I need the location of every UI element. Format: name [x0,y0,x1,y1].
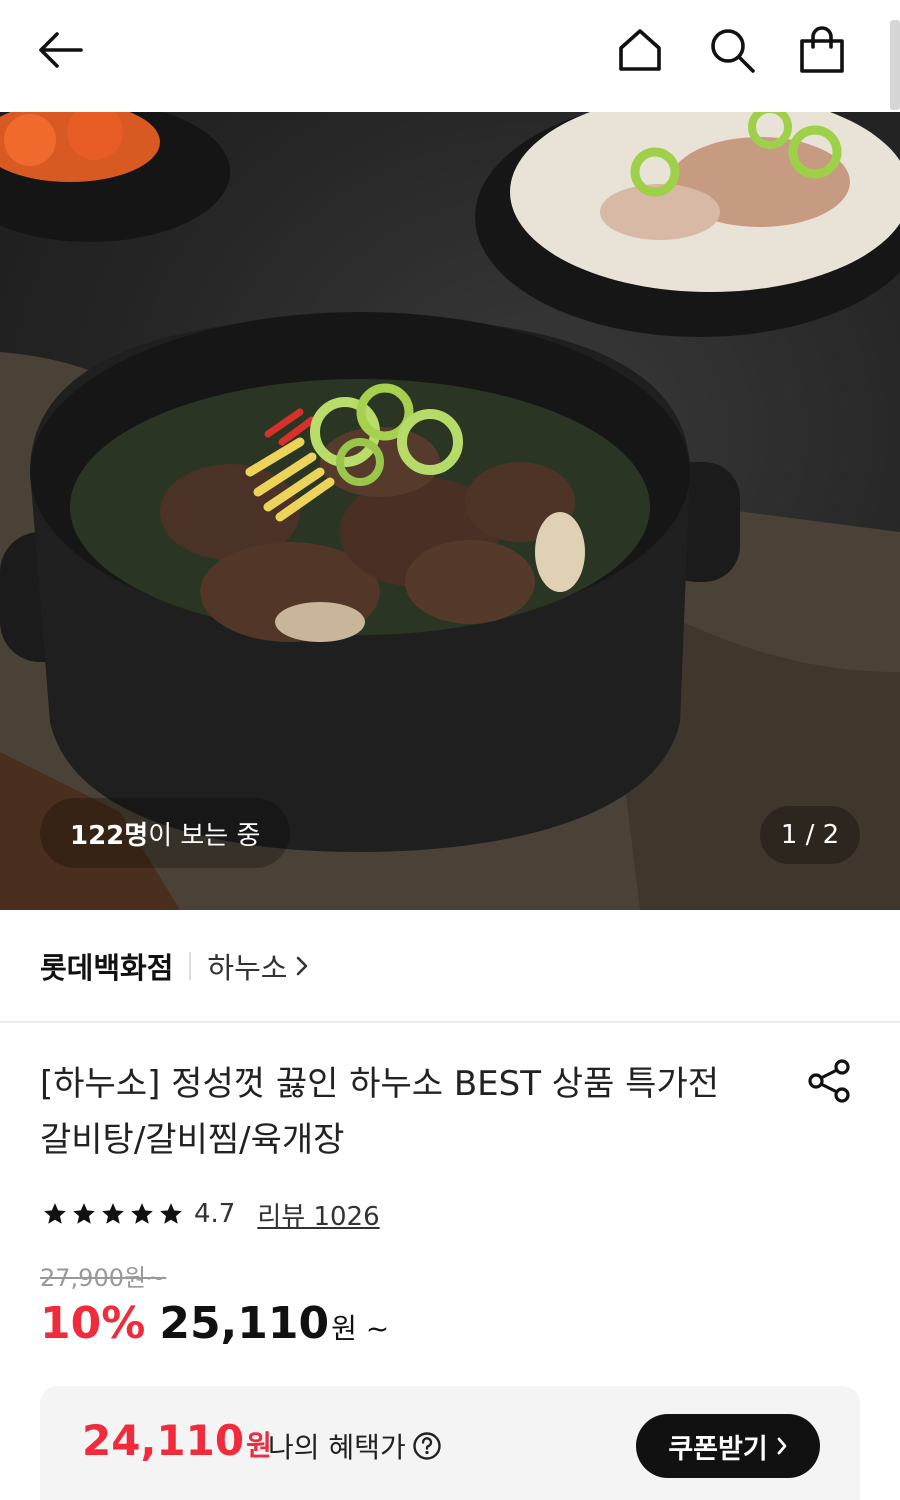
rating-score: 4.7 [194,1199,236,1229]
star-icon [102,1203,124,1224]
benefit-label-text: 나의 혜택가 [268,1431,406,1464]
coupon-button-label: 쿠폰받기 [668,1433,768,1465]
get-coupon-button[interactable]: 쿠폰받기 [636,1414,820,1478]
my-benefit-price-box: 24,110 원 나의 혜택가 쿠폰받기 [40,1386,860,1500]
star-icon [73,1203,95,1224]
image-page-counter: 1 / 2 [760,806,860,864]
share-button[interactable] [802,1054,856,1108]
back-button[interactable] [32,22,88,78]
product-photo [0,112,900,910]
star-rating [42,1201,184,1227]
search-button[interactable] [704,22,760,78]
brand-divider [189,952,192,980]
chevron-right-icon [777,1437,787,1455]
search-icon [711,29,755,73]
benefit-label: 나의 혜택가 [268,1426,442,1466]
shopping-bag-icon [800,26,844,73]
viewers-count: 122명 [70,820,149,851]
review-count-link[interactable]: 리뷰 1026 [257,1196,379,1233]
cart-button[interactable] [794,22,850,78]
star-icon [44,1203,66,1224]
store-brand[interactable]: 롯데백화점 [40,945,173,987]
benefit-price: 24,110 원 [82,1416,272,1465]
top-navigation-bar [0,0,900,112]
sub-brand-link[interactable]: 하누소 [207,945,309,987]
price-unit: 원 ~ [331,1312,390,1345]
question-circle-icon[interactable] [412,1431,442,1461]
sale-price: 25,110 [159,1298,330,1349]
star-icon [131,1203,153,1224]
chevron-right-icon [297,956,308,976]
sub-brand-label: 하누소 [207,951,288,985]
home-button[interactable] [612,22,668,78]
viewers-text: 이 보는 중 [148,820,261,851]
rating-row: 4.7 리뷰 1026 [42,1194,380,1234]
product-title: [하누소] 정성껏 끓인 하누소 BEST 상품 특가전 갈비탕/갈비찜/육개장 [40,1064,720,1160]
share-icon [808,1059,850,1103]
section-divider [0,1021,900,1023]
star-icon [160,1203,182,1224]
benefit-price-value: 24,110 [82,1416,245,1465]
home-icon [619,29,661,71]
price-row: 10% 25,110 원 ~ [40,1298,389,1354]
original-price: 27,900원~ [40,1264,167,1292]
discount-rate: 10% [40,1298,146,1349]
live-viewers-badge: 122명 이 보는 중 [40,798,291,868]
back-arrow-icon [39,32,83,68]
brand-row: 롯데백화점 하누소 [40,940,309,992]
product-image-gallery[interactable]: 122명 이 보는 중 1 / 2 [0,112,900,910]
scrollbar[interactable] [890,20,900,110]
